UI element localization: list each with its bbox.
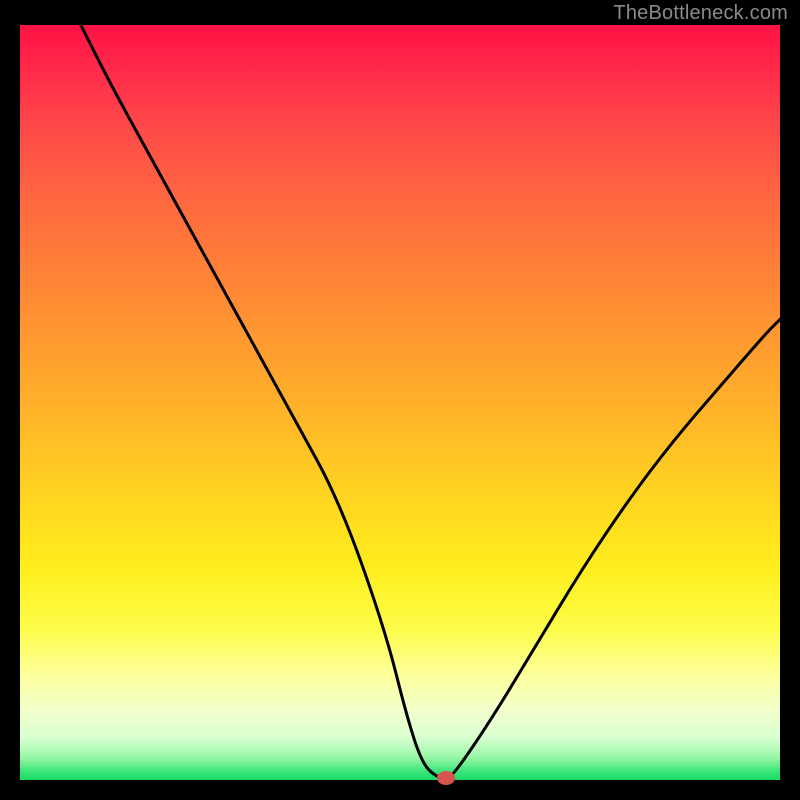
watermark-text: TheBottleneck.com [613,2,788,25]
plot-area [20,25,780,780]
chart-frame [10,25,790,790]
bottleneck-curve [20,25,780,780]
optimal-point-marker [437,771,455,785]
